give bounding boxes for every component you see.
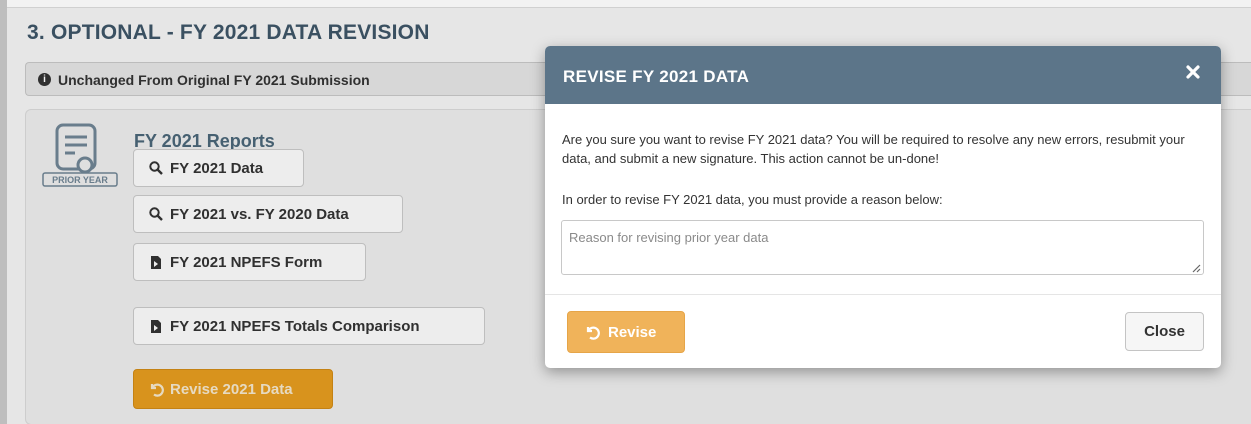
button-label: Revise <box>608 323 657 341</box>
button-label: Close <box>1144 323 1185 340</box>
close-button[interactable]: Close <box>1125 312 1204 351</box>
undo-icon <box>584 324 600 340</box>
modal-footer-divider <box>545 294 1221 295</box>
modal-body-text: Are you sure you want to revise FY 2021 … <box>562 132 1185 166</box>
revise-data-modal: REVISE FY 2021 DATA Are you sure you wan… <box>545 46 1221 368</box>
reason-input[interactable] <box>561 220 1204 275</box>
modal-header: REVISE FY 2021 DATA <box>545 46 1221 104</box>
reason-label: In order to revise FY 2021 data, you mus… <box>562 192 943 207</box>
revise-button[interactable]: Revise <box>567 311 685 353</box>
modal-title: REVISE FY 2021 DATA <box>563 67 750 86</box>
resize-grip-icon[interactable] <box>1191 263 1201 273</box>
close-icon[interactable] <box>1183 62 1203 82</box>
